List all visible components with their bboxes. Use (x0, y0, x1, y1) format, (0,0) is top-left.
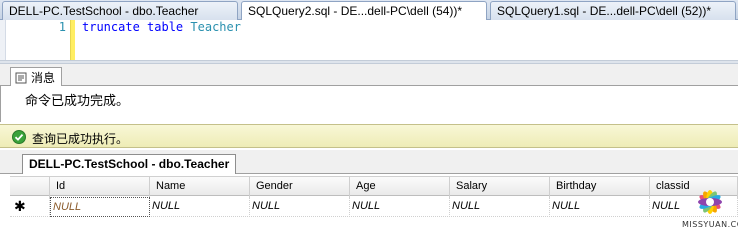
grid-corner[interactable] (10, 177, 50, 197)
cell-age[interactable]: NULL (350, 197, 450, 217)
column-header-birthday[interactable]: Birthday (550, 177, 650, 197)
tab-messages[interactable]: 消息 (10, 67, 63, 87)
column-header-name[interactable]: Name (150, 177, 250, 197)
table-tabstrip: DELL-PC.TestSchool - dbo.Teacher (0, 150, 738, 175)
tab-teacher-table[interactable]: DELL-PC.TestSchool - dbo.Teacher (2, 1, 238, 20)
cell-name[interactable]: NULL (150, 197, 250, 217)
column-header-age[interactable]: Age (350, 177, 450, 197)
keyword-table: table (147, 20, 184, 34)
grid-header: Id Name Gender Age Salary Birthday class… (10, 176, 738, 197)
table-row-new[interactable]: ✱ NULL NULL NULL NULL NULL NULL NULL (10, 197, 738, 217)
column-header-id[interactable]: Id (50, 177, 150, 197)
tab-sqlquery2[interactable]: SQLQuery2.sql - DE...dell-PC\dell (54))* (241, 1, 487, 21)
results-grid[interactable]: Id Name Gender Age Salary Birthday class… (0, 174, 738, 232)
line-number: 1 (58, 20, 66, 34)
identifier-teacher: Teacher (190, 20, 241, 34)
tab-messages-label: 消息 (31, 70, 56, 85)
messages-icon (15, 72, 27, 83)
messages-pane: 命令已成功完成。 (0, 86, 738, 122)
line-number-gutter: 1 (6, 20, 70, 60)
column-header-gender[interactable]: Gender (250, 177, 350, 197)
cell-birthday[interactable]: NULL (550, 197, 650, 217)
column-header-salary[interactable]: Salary (450, 177, 550, 197)
change-tracking-bar (70, 20, 75, 60)
cell-gender[interactable]: NULL (250, 197, 350, 217)
query-editor[interactable]: 1 truncate table Teacher (0, 20, 738, 60)
tab-teacher-table-results[interactable]: DELL-PC.TestSchool - dbo.Teacher (22, 154, 237, 175)
new-row-marker: ✱ (10, 197, 50, 217)
watermark-text: MISSYUAN.COM (682, 220, 738, 229)
tab-sqlquery1[interactable]: SQLQuery1.sql - DE...dell-PC\dell (52))* (490, 1, 736, 20)
code-line[interactable]: truncate table Teacher (82, 20, 241, 34)
message-text: 命令已成功完成。 (25, 94, 130, 109)
cell-salary[interactable]: NULL (450, 197, 550, 217)
success-check-icon (12, 130, 26, 144)
cell-id[interactable]: NULL (50, 197, 150, 217)
keyword-truncate: truncate (82, 20, 140, 34)
status-text: 查询已成功执行。 (32, 132, 129, 146)
query-status-bar: 查询已成功执行。 (0, 124, 738, 148)
document-tabstrip: DELL-PC.TestSchool - dbo.Teacher SQLQuer… (0, 0, 738, 21)
results-tabstrip: 消息 (0, 64, 738, 87)
